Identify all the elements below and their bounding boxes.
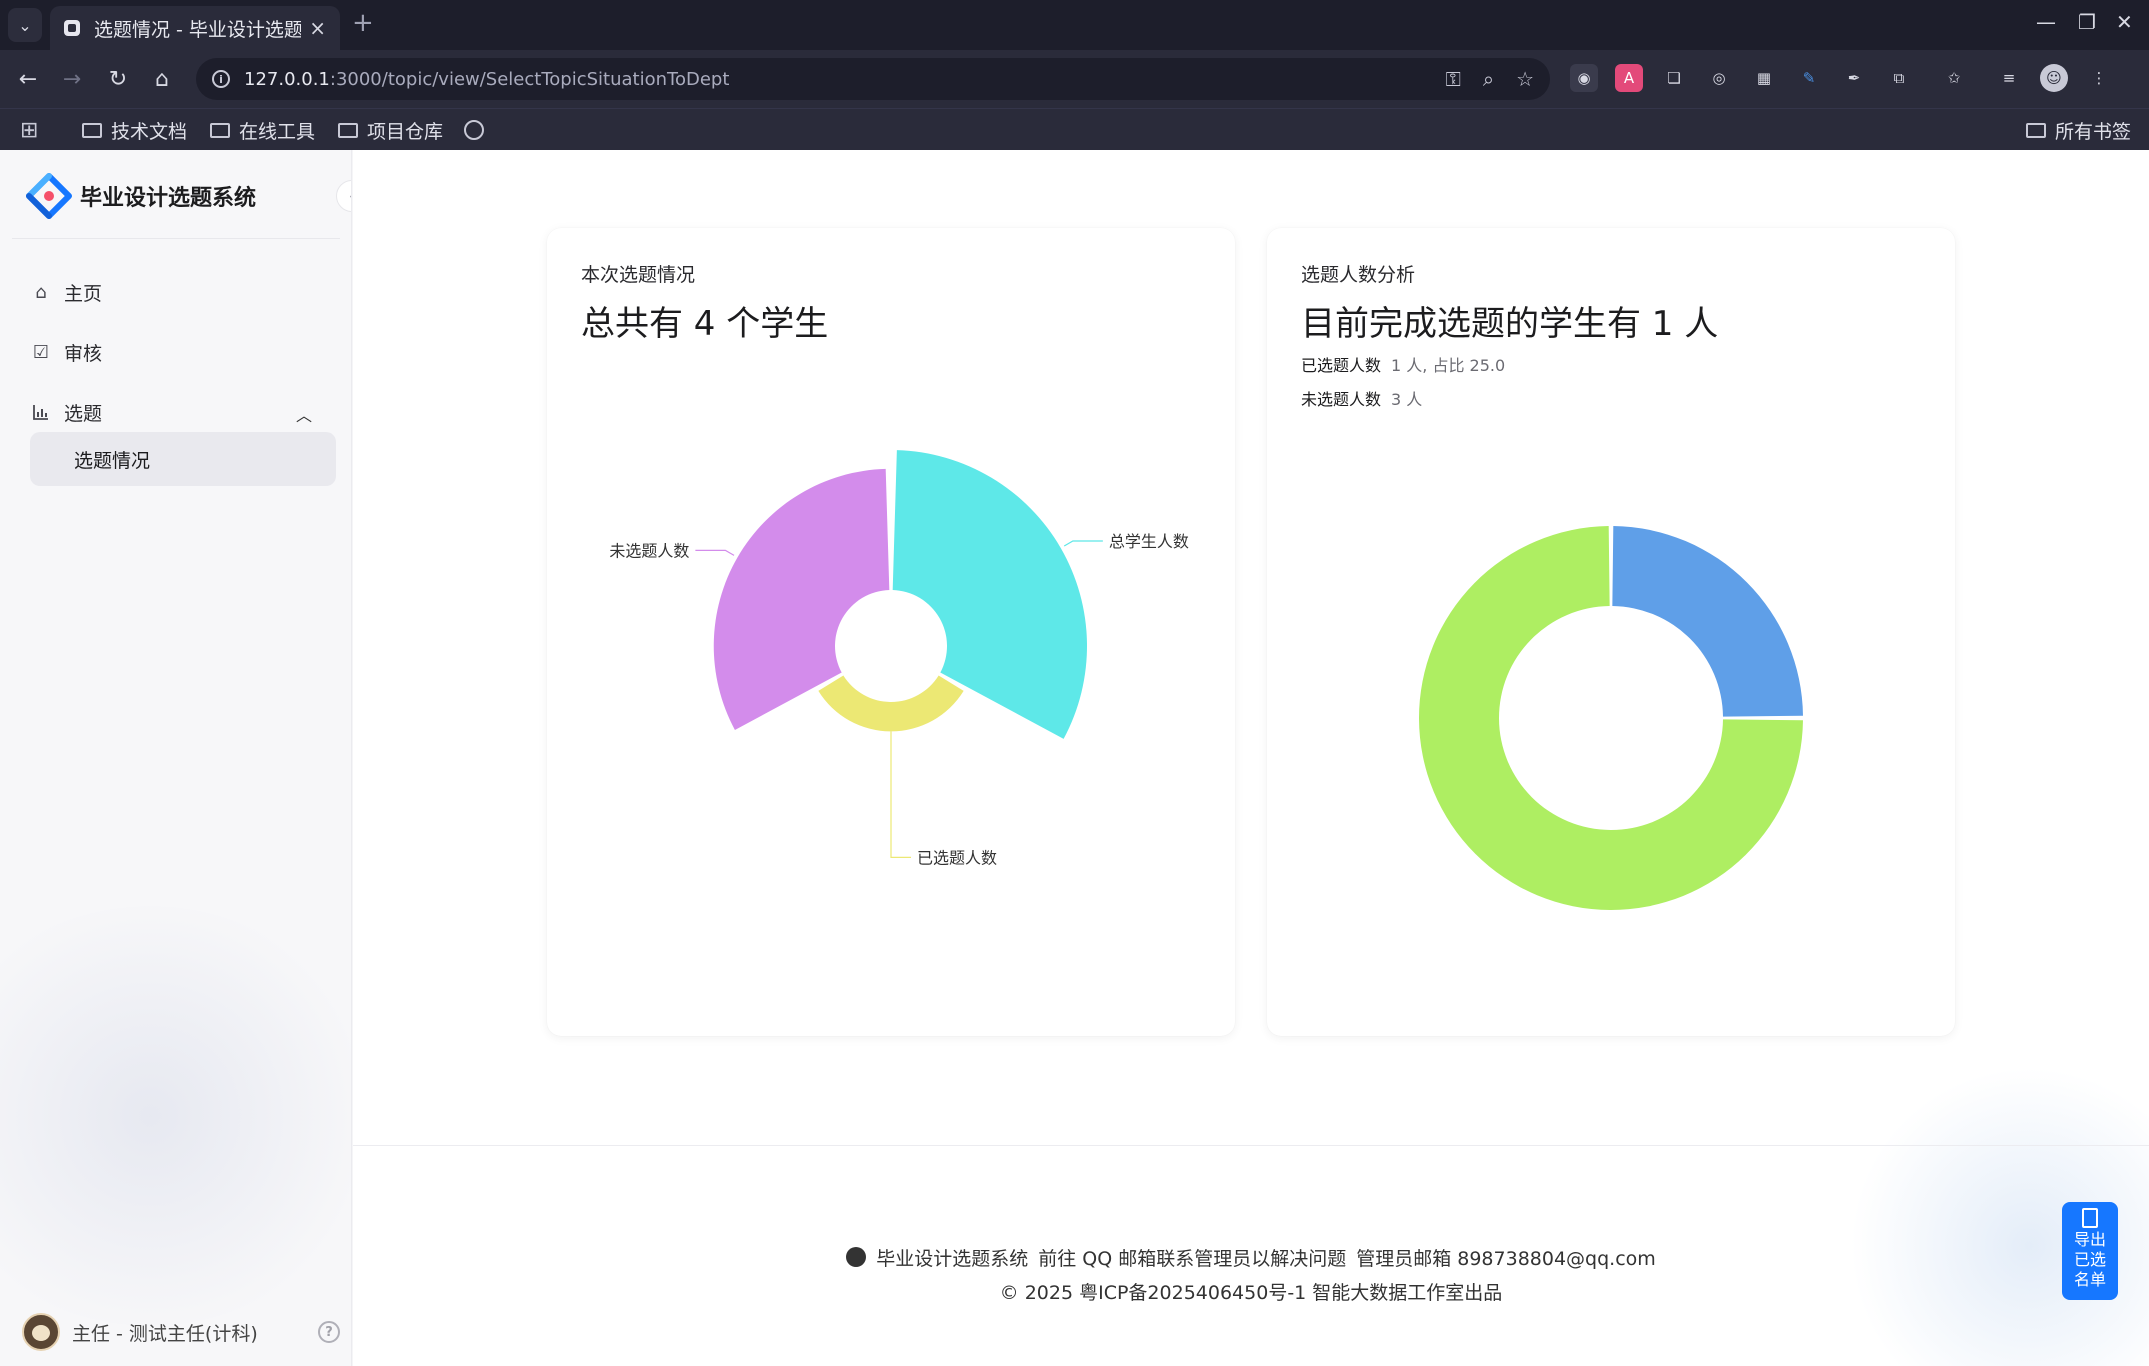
user-name: 主任 - 测试主任(计科) bbox=[72, 1322, 258, 1345]
selection-analysis-card: 选题人数分析 目前完成选题的学生有 1 人 已选题人数 1 人, 占比 25.0… bbox=[1267, 228, 1955, 1036]
folder-icon bbox=[2026, 122, 2046, 138]
chevron-up-icon[interactable]: ︿ bbox=[296, 402, 312, 426]
bookmark-globe-icon[interactable] bbox=[464, 109, 484, 151]
password-key-icon[interactable]: ⚿ bbox=[1446, 67, 1461, 91]
menu-item-review[interactable]: ☑ 审核 bbox=[30, 332, 102, 372]
extension-translate-icon[interactable]: A bbox=[1615, 64, 1643, 92]
collapse-sidebar-button[interactable]: ‹ bbox=[336, 180, 351, 212]
profile-avatar-icon[interactable]: ☺ bbox=[2040, 64, 2068, 92]
home-icon[interactable]: ⌂ bbox=[146, 63, 178, 95]
donut-slice[interactable] bbox=[1612, 526, 1803, 717]
rose-pie-chart[interactable]: 总学生人数已选题人数 未选题人数 bbox=[547, 228, 1235, 1036]
folder-icon bbox=[82, 122, 102, 138]
bookmarks-bar: ⊞ 技术文档 在线工具 项目仓库 所有书签 bbox=[0, 108, 2149, 150]
address-bar[interactable]: i 127.0.0.1:3000/topic/view/SelectTopicS… bbox=[196, 58, 1550, 100]
user-profile[interactable]: 主任 - 测试主任(计科) ? bbox=[22, 1310, 340, 1354]
donut-chart[interactable] bbox=[1267, 228, 1955, 1036]
extension-glasses-icon[interactable]: ◉ bbox=[1570, 64, 1598, 92]
brand-logo-icon bbox=[26, 173, 72, 219]
browser-toolbar: ← → ↻ ⌂ i 127.0.0.1:3000/topic/view/Sele… bbox=[0, 50, 2149, 108]
rose-slice-label: 已选题人数 bbox=[917, 848, 997, 867]
restore-icon[interactable]: ❐ bbox=[2078, 10, 2096, 34]
footer-copyright: © 2025 粤ICP备2025406450号-1 智能大数据工作室出品 bbox=[999, 1281, 1503, 1304]
rose-slice[interactable] bbox=[818, 675, 964, 732]
browser-tab-active[interactable]: 选题情况 - 毕业设计选题系 × bbox=[50, 6, 340, 50]
label-line bbox=[1063, 540, 1103, 547]
all-bookmarks-folder[interactable]: 所有书签 bbox=[2026, 109, 2131, 151]
tab-favicon-icon bbox=[64, 20, 80, 36]
forward-icon[interactable]: → bbox=[56, 63, 88, 95]
label-line bbox=[890, 731, 911, 859]
footer-admin-email: 管理员邮箱 898738804@qq.com bbox=[1356, 1247, 1656, 1270]
site-info-icon[interactable]: i bbox=[212, 70, 230, 88]
rose-slice[interactable] bbox=[713, 468, 890, 730]
brand-title: 毕业设计选题系统 bbox=[80, 186, 257, 211]
selection-overview-card: 本次选题情况 总共有 4 个学生 总学生人数 已选题人数 未选题人数 bbox=[547, 228, 1235, 1036]
bookmark-star-icon[interactable]: ☆ bbox=[1516, 67, 1534, 91]
main-content: 本次选题情况 总共有 4 个学生 总学生人数 已选题人数 未选题人数 选题人数分析 … bbox=[353, 150, 2149, 1366]
extension-edit-icon[interactable]: ✎ bbox=[1795, 64, 1823, 92]
media-control-icon[interactable]: ≡ bbox=[1995, 64, 2023, 92]
bookmark-folder-docs[interactable]: 技术文档 bbox=[82, 109, 187, 151]
rose-slice-label: 未选题人数 bbox=[609, 541, 689, 560]
reload-icon[interactable]: ↻ bbox=[102, 63, 134, 95]
extension-copy-icon[interactable]: ❏ bbox=[1660, 64, 1688, 92]
reading-list-icon[interactable]: ✩ bbox=[1940, 64, 1968, 92]
tab-title: 选题情况 - 毕业设计选题系 bbox=[94, 18, 302, 41]
browser-tab-strip: ⌄ 选题情况 - 毕业设计选题系 × + — ❐ ✕ bbox=[0, 0, 2149, 50]
folder-icon bbox=[338, 122, 358, 138]
extension-reader-icon[interactable]: ◎ bbox=[1705, 64, 1733, 92]
footer-system-name: 毕业设计选题系统 bbox=[876, 1247, 1029, 1270]
brand[interactable]: 毕业设计选题系统 bbox=[26, 170, 256, 222]
zoom-icon[interactable]: ⌕ bbox=[1483, 67, 1494, 91]
extensions-puzzle-icon[interactable]: ⧉ bbox=[1885, 64, 1913, 92]
rose-slice-label: 总学生人数 bbox=[1109, 532, 1189, 551]
extension-feather-icon[interactable]: ✒ bbox=[1840, 64, 1868, 92]
extension-qrcode-icon[interactable]: ▦ bbox=[1750, 64, 1778, 92]
export-selected-list-button[interactable]: 导出 已选 名单 bbox=[2062, 1202, 2118, 1300]
apps-grid-icon[interactable]: ⊞ bbox=[20, 109, 38, 151]
minimize-icon[interactable]: — bbox=[2036, 10, 2056, 34]
bookmark-folder-tools[interactable]: 在线工具 bbox=[210, 109, 315, 151]
url-text: 127.0.0.1:3000/topic/view/SelectTopicSit… bbox=[244, 68, 730, 90]
tab-search-button[interactable]: ⌄ bbox=[8, 8, 42, 42]
footer-divider bbox=[353, 1145, 2149, 1146]
app-root: 毕业设计选题系统 ‹ ⌂ 主页 ☑ 审核 选题 ︿ 选题情况 主任 - 测试主任… bbox=[0, 150, 2149, 1366]
browser-menu-icon[interactable]: ⋮ bbox=[2085, 64, 2113, 92]
menu-item-topic[interactable]: 选题 bbox=[30, 392, 326, 432]
back-icon[interactable]: ← bbox=[12, 63, 44, 95]
new-tab-icon[interactable]: + bbox=[352, 8, 374, 38]
document-icon bbox=[2082, 1208, 2098, 1228]
label-line bbox=[695, 549, 735, 556]
close-tab-icon[interactable]: × bbox=[309, 16, 326, 40]
menu-item-topic-situation[interactable]: 选题情况 bbox=[30, 432, 336, 486]
help-icon[interactable]: ? bbox=[318, 1321, 340, 1343]
avatar bbox=[22, 1313, 60, 1351]
bar-chart-icon bbox=[30, 401, 52, 423]
github-icon[interactable] bbox=[846, 1247, 867, 1267]
divider bbox=[12, 238, 340, 239]
footer-contact-link[interactable]: 前往 QQ 邮箱联系管理员以解决问题 bbox=[1038, 1244, 1346, 1271]
sidebar: 毕业设计选题系统 ‹ ⌂ 主页 ☑ 审核 选题 ︿ 选题情况 主任 - 测试主任… bbox=[0, 150, 352, 1366]
folder-icon bbox=[210, 122, 230, 138]
footer: 毕业设计选题系统 前往 QQ 邮箱联系管理员以解决问题 管理员邮箱 898738… bbox=[353, 1240, 2149, 1308]
menu-item-home[interactable]: ⌂ 主页 bbox=[30, 272, 102, 312]
bookmark-folder-repos[interactable]: 项目仓库 bbox=[338, 109, 443, 151]
home-icon: ⌂ bbox=[35, 281, 47, 303]
close-window-icon[interactable]: ✕ bbox=[2116, 10, 2133, 34]
checkbox-icon: ☑ bbox=[32, 341, 50, 363]
